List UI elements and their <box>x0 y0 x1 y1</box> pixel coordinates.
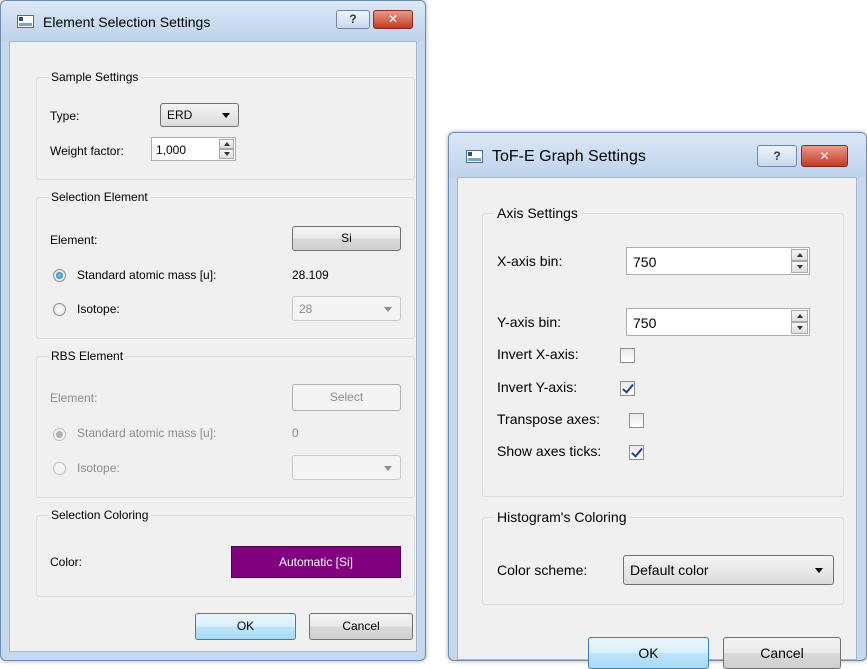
rbs-select-button-label: Select <box>329 390 364 404</box>
question-mark-icon: ? <box>349 12 357 26</box>
help-button[interactable]: ? <box>757 145 797 167</box>
close-icon: ✕ <box>387 12 399 26</box>
invert-y-label: Invert Y-axis: <box>497 379 578 395</box>
rbs-isotope-radio[interactable] <box>53 462 66 475</box>
tofe-dialog-body: Axis Settings X-axis bin: 750 Y-axis bin… <box>457 177 857 669</box>
spin-down-icon[interactable] <box>219 149 234 159</box>
chevron-down-icon <box>384 465 392 471</box>
transpose-axes-checkbox[interactable] <box>629 413 644 428</box>
histogram-coloring-group: Histogram's Coloring Color scheme: Defau… <box>482 509 844 605</box>
type-label: Type: <box>50 109 80 123</box>
standard-mass-value: 28.109 <box>292 268 329 282</box>
close-button[interactable]: ✕ <box>373 10 413 29</box>
transpose-axes-label: Transpose axes: <box>497 411 600 427</box>
spin-down-icon[interactable] <box>791 322 808 334</box>
sample-settings-group: Sample Settings Type: ERD Weight factor:… <box>36 70 415 180</box>
show-ticks-label: Show axes ticks: <box>497 443 602 459</box>
x-axis-bin-label: X-axis bin: <box>497 253 563 269</box>
isotope-label: Isotope: <box>77 302 120 316</box>
app-window-icon <box>466 150 483 163</box>
color-scheme-select[interactable]: Default color <box>623 555 834 585</box>
chevron-down-icon <box>222 113 230 118</box>
select-element-button-label: Si <box>341 231 352 245</box>
rbs-element-group: RBS Element Element: Select Standard ato… <box>36 349 415 498</box>
tofe-dialog-title: ToF-E Graph Settings <box>492 148 646 165</box>
invert-x-label: Invert X-axis: <box>497 346 579 362</box>
invert-y-checkbox[interactable] <box>620 381 635 396</box>
selection-coloring-legend: Selection Coloring <box>49 508 151 522</box>
close-icon: ✕ <box>819 149 830 163</box>
help-button[interactable]: ? <box>336 10 370 29</box>
color-picker-button[interactable]: Automatic [Si] <box>231 546 401 578</box>
chevron-down-icon <box>384 306 392 312</box>
weight-factor-spinbox[interactable]: 1,000 <box>151 137 236 161</box>
x-axis-bin-spinbox[interactable]: 750 <box>626 247 810 275</box>
spin-up-icon[interactable] <box>791 310 808 322</box>
cancel-button[interactable]: Cancel <box>309 613 413 640</box>
axis-settings-group: Axis Settings X-axis bin: 750 Y-axis bin… <box>482 205 844 497</box>
close-button[interactable]: ✕ <box>801 145 848 167</box>
cancel-button-label: Cancel <box>342 619 380 633</box>
standard-mass-label: Standard atomic mass [u]: <box>77 268 217 282</box>
type-select-value: ERD <box>167 108 193 122</box>
rbs-standard-mass-radio[interactable] <box>53 428 66 441</box>
element-dialog-title-bar[interactable]: Element Selection Settings ? ✕ <box>1 1 425 41</box>
ok-button[interactable]: OK <box>195 613 296 640</box>
standard-mass-radio[interactable] <box>53 269 66 282</box>
app-window-icon <box>17 15 34 28</box>
isotope-radio[interactable] <box>53 303 66 316</box>
ok-button-label: OK <box>638 645 659 661</box>
x-axis-bin-spin-buttons <box>791 249 808 273</box>
weight-factor-value: 1,000 <box>156 143 187 157</box>
isotope-select-value: 28 <box>299 302 313 316</box>
spin-down-icon[interactable] <box>791 261 808 273</box>
show-ticks-checkbox[interactable] <box>629 445 644 460</box>
x-axis-bin-value: 750 <box>633 254 657 270</box>
rbs-element-legend: RBS Element <box>49 349 126 363</box>
ok-button-label: OK <box>236 619 255 633</box>
y-axis-bin-label: Y-axis bin: <box>497 314 562 330</box>
cancel-button-label: Cancel <box>760 645 804 661</box>
histogram-coloring-legend: Histogram's Coloring <box>495 509 629 525</box>
rbs-select-button[interactable]: Select <box>292 384 401 411</box>
spin-up-icon[interactable] <box>219 139 234 149</box>
select-element-button[interactable]: Si <box>292 226 401 251</box>
rbs-standard-mass-label: Standard atomic mass [u]: <box>77 426 217 440</box>
y-axis-bin-spin-buttons <box>791 310 808 334</box>
cancel-button[interactable]: Cancel <box>723 637 841 669</box>
rbs-isotope-select[interactable] <box>292 455 401 480</box>
color-scheme-label: Color scheme: <box>497 562 588 578</box>
color-scheme-value: Default color <box>630 562 709 578</box>
selection-element-legend: Selection Element <box>49 190 150 204</box>
rbs-element-label: Element: <box>50 391 98 405</box>
element-selection-dialog: Element Selection Settings ? ✕ Sample Se… <box>0 0 426 661</box>
element-dialog-title: Element Selection Settings <box>43 14 211 30</box>
sample-settings-legend: Sample Settings <box>49 70 141 84</box>
y-axis-bin-spinbox[interactable]: 750 <box>626 308 810 336</box>
axis-settings-legend: Axis Settings <box>495 205 580 221</box>
color-picker-button-label: Automatic [Si] <box>278 555 354 569</box>
element-dialog-body: Sample Settings Type: ERD Weight factor:… <box>9 41 417 652</box>
selection-coloring-group: Selection Coloring Color: Automatic [Si] <box>36 508 415 597</box>
type-select[interactable]: ERD <box>160 103 239 127</box>
selection-element-group: Selection Element Element: Si Standard a… <box>36 190 415 339</box>
spin-up-icon[interactable] <box>791 249 808 261</box>
ok-button[interactable]: OK <box>588 637 709 669</box>
weight-factor-label: Weight factor: <box>50 144 124 158</box>
tofe-dialog-title-bar[interactable]: ToF-E Graph Settings ? ✕ <box>449 133 866 177</box>
rbs-standard-mass-value: 0 <box>292 426 299 440</box>
color-label: Color: <box>50 555 83 569</box>
tofe-graph-dialog: ToF-E Graph Settings ? ✕ Axis Settings X… <box>448 132 867 669</box>
question-mark-icon: ? <box>773 149 781 163</box>
isotope-select[interactable]: 28 <box>292 296 401 321</box>
rbs-isotope-label: Isotope: <box>77 461 120 475</box>
invert-x-checkbox[interactable] <box>620 348 635 363</box>
y-axis-bin-value: 750 <box>633 315 657 331</box>
weight-factor-spin-buttons <box>219 139 234 159</box>
element-label: Element: <box>50 233 98 247</box>
chevron-down-icon <box>815 568 823 573</box>
